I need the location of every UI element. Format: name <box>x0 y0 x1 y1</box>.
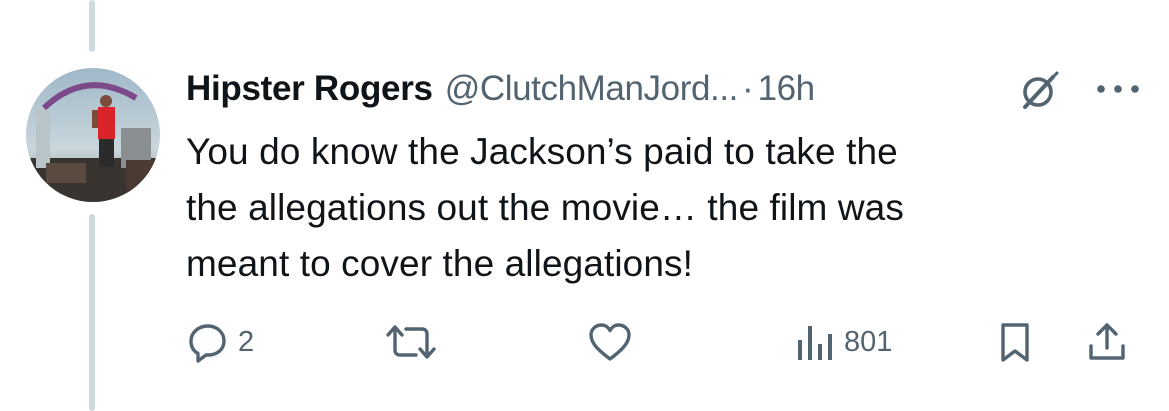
views-icon <box>798 326 832 360</box>
bookmark-button[interactable] <box>995 312 1035 372</box>
tweet-text-line: the allegations out the movie… the film … <box>186 187 904 228</box>
avatar[interactable] <box>26 68 160 202</box>
display-name[interactable]: Hipster Rogers <box>186 64 433 114</box>
separator-dot: · <box>741 69 754 108</box>
like-button[interactable] <box>586 312 642 372</box>
tweet-text: You do know the Jackson’s paid to take t… <box>186 124 1116 292</box>
retweet-icon <box>386 325 436 359</box>
bookmark-icon <box>1001 323 1029 362</box>
thread-line-top <box>89 0 95 52</box>
share-icon <box>1089 323 1125 360</box>
avatar-image <box>26 68 160 202</box>
reply-count: 2 <box>238 325 255 358</box>
thread-line-bottom <box>89 214 95 411</box>
tweet-text-line: You do know the Jackson’s paid to take t… <box>186 131 898 172</box>
retweet-button[interactable] <box>382 312 448 372</box>
reply-icon <box>189 324 226 363</box>
reply-button[interactable]: 2 <box>186 312 254 372</box>
user-handle[interactable]: @ClutchManJord... <box>445 64 739 114</box>
tweet-text-line: meant to cover the allegations! <box>186 243 694 284</box>
share-button[interactable] <box>1085 312 1129 372</box>
timestamp[interactable]: 16h <box>758 64 815 114</box>
tweet-header: Hipster Rogers @ClutchManJord... · 16h <box>186 64 815 114</box>
views-button[interactable]: 801 <box>794 312 892 372</box>
grok-icon[interactable] <box>1013 66 1063 116</box>
views-count: 801 <box>844 325 893 358</box>
heart-icon <box>589 323 631 361</box>
more-icon[interactable] <box>1092 78 1144 100</box>
